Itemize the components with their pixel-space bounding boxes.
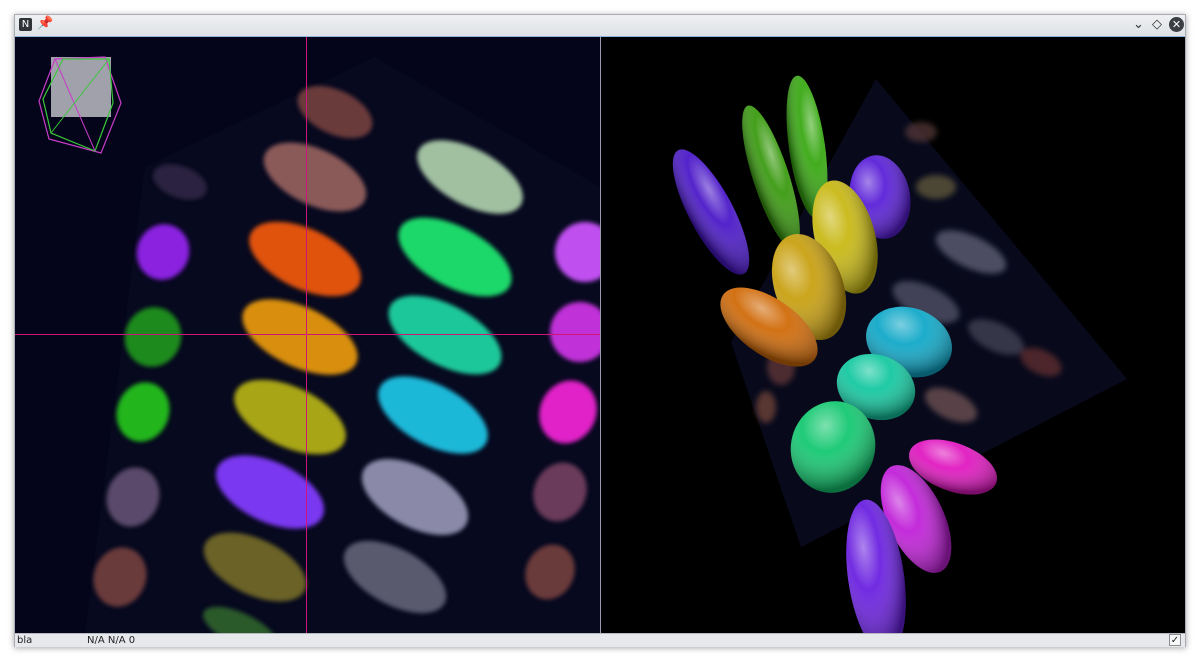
minimize-button[interactable]: ⌄: [1133, 17, 1144, 33]
status-bar: bla N/A N/A 0 ✓: [15, 633, 1185, 647]
source-name: bla: [17, 635, 33, 646]
3d-surface-render: [672, 75, 1127, 633]
3d-render-canvas[interactable]: [601, 37, 1185, 633]
title-bar[interactable]: N 📌 ⌄ ◇ ✕: [15, 15, 1185, 37]
surface-blob: [672, 149, 750, 275]
close-button[interactable]: ✕: [1169, 17, 1184, 32]
slice-viewer-canvas[interactable]: [15, 37, 600, 633]
pin-icon[interactable]: 📌: [37, 16, 53, 31]
bounding-box-icon: [38, 56, 122, 154]
checkmark-icon[interactable]: ✓: [1169, 634, 1181, 646]
maximize-button[interactable]: ◇: [1152, 17, 1162, 33]
coordinate-readout: N/A N/A 0: [87, 635, 136, 646]
crosshair-horizontal: [15, 334, 600, 335]
application-window: N 📌 ⌄ ◇ ✕ bla N/A N/A 0 ✓: [14, 14, 1186, 647]
crosshair-vertical: [306, 37, 307, 633]
bigdataviewer-icon: N: [19, 18, 32, 31]
